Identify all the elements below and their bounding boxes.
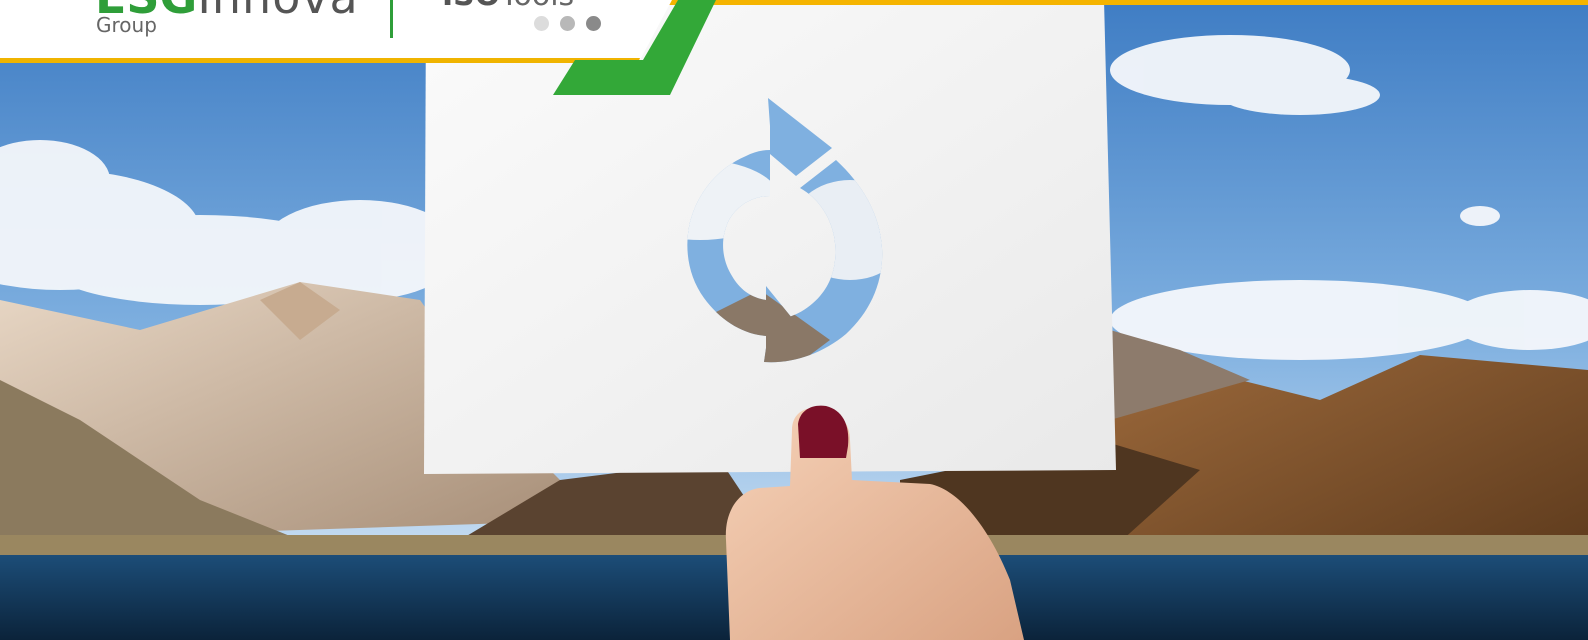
iso-tools-logo[interactable]: ISOTools	[442, 0, 574, 13]
carousel-dots	[534, 16, 601, 31]
site-header: ESGInnova Group ISOTools	[0, 0, 1588, 100]
logo-divider	[390, 0, 393, 38]
iso-name: Tools	[500, 0, 574, 13]
brand-name: Innova	[197, 0, 358, 24]
carousel-dot-3[interactable]	[586, 16, 601, 31]
iso-prefix: ISO	[442, 0, 500, 13]
brand-subtitle: Group	[96, 13, 157, 37]
carousel-dot-2[interactable]	[560, 16, 575, 31]
carousel-dot-1[interactable]	[534, 16, 549, 31]
